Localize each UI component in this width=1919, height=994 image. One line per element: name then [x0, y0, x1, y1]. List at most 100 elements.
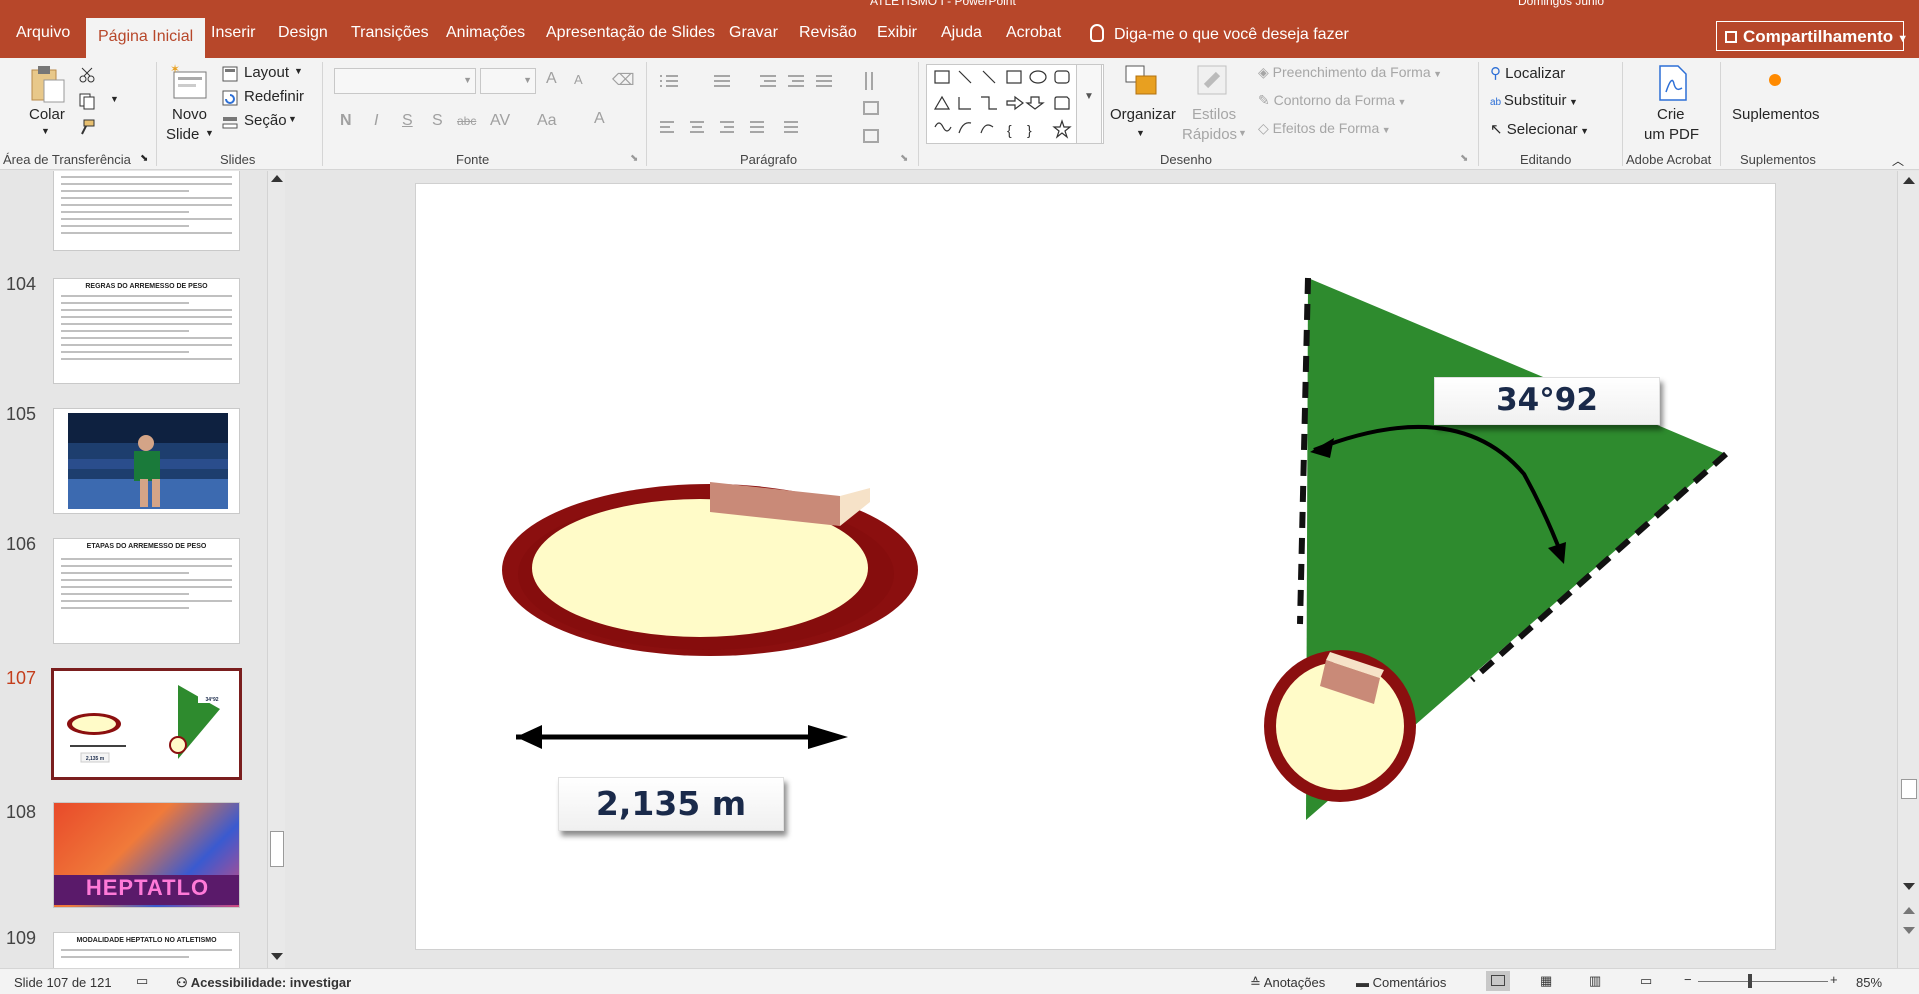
thumbnail-scrollbar[interactable]: [267, 171, 285, 968]
slide-canvas[interactable]: 2,135 m 34°92: [415, 183, 1776, 950]
tab-design[interactable]: Design: [278, 24, 328, 48]
notes-button[interactable]: ≙ Anotações: [1250, 975, 1325, 991]
tell-me-search[interactable]: Diga-me o que você deseja fazer: [1090, 24, 1349, 44]
reset-icon[interactable]: [222, 90, 238, 106]
new-slide-label-1[interactable]: Novo: [172, 106, 207, 123]
clear-format-icon[interactable]: ⌫: [612, 70, 635, 90]
thumbnail-slide-104[interactable]: REGRAS DO ARREMESSO DE PESO: [53, 278, 240, 384]
cut-icon[interactable]: [78, 66, 96, 84]
create-pdf-label-1[interactable]: Crie: [1657, 106, 1685, 123]
slide-sorter-view-icon[interactable]: ▦: [1540, 973, 1552, 989]
char-spacing-button[interactable]: AV: [490, 112, 510, 130]
thumbnail-slide-107[interactable]: 2,135 m 34°92: [51, 668, 242, 780]
addins-label[interactable]: Suplementos: [1732, 106, 1820, 123]
chevron-down-icon[interactable]: ▼: [1238, 128, 1247, 138]
tab-pagina-inicial[interactable]: Página Inicial: [86, 18, 206, 58]
zoom-out-button[interactable]: −: [1684, 972, 1692, 987]
next-slide-icon[interactable]: [1903, 927, 1915, 934]
grow-font-icon[interactable]: A: [546, 70, 557, 88]
bold-button[interactable]: N: [340, 112, 352, 130]
share-button[interactable]: Compartilhamento ▼: [1716, 21, 1908, 51]
shape-effects-button[interactable]: ◇ Efeitos de Forma ▼: [1258, 120, 1391, 137]
previous-slide-icon[interactable]: [1903, 907, 1915, 914]
font-color-button[interactable]: A: [594, 110, 605, 128]
shrink-font-icon[interactable]: A: [574, 72, 583, 87]
addins-icon[interactable]: [1767, 72, 1783, 88]
thumbnail-slide-109[interactable]: MODALIDADE HEPTATLO NO ATLETISMO: [53, 932, 240, 972]
new-slide-icon[interactable]: ✶: [170, 64, 210, 104]
zoom-level[interactable]: 85%: [1856, 975, 1882, 990]
paste-icon[interactable]: [30, 64, 66, 104]
scroll-up-icon[interactable]: [271, 175, 283, 182]
scroll-up-icon[interactable]: [1903, 177, 1915, 184]
accessibility-status[interactable]: ⚇ Acessibilidade: investigar: [176, 975, 351, 991]
find-button[interactable]: ⚲ Localizar: [1490, 64, 1565, 82]
tab-revisao[interactable]: Revisão: [799, 24, 857, 48]
thumbnail-slide-105[interactable]: [53, 408, 240, 514]
tab-gravar[interactable]: Gravar: [729, 24, 778, 48]
collapse-ribbon-icon[interactable]: ︿: [1892, 152, 1904, 169]
quick-styles-label-1[interactable]: Estilos: [1192, 106, 1236, 123]
reading-view-icon[interactable]: ▥: [1589, 973, 1601, 989]
font-size-combo[interactable]: ▼: [480, 68, 536, 94]
thumbnail-slide-103[interactable]: [53, 171, 240, 251]
comments-button[interactable]: ▬ Comentários: [1356, 975, 1446, 990]
shapes-more-button[interactable]: ▼: [1076, 64, 1102, 144]
arrange-icon[interactable]: [1124, 64, 1162, 100]
dialog-launcher-icon[interactable]: ⬊: [140, 153, 148, 164]
zoom-slider-thumb[interactable]: [1748, 974, 1752, 988]
chevron-down-icon[interactable]: ▼: [41, 126, 50, 136]
quick-styles-icon[interactable]: [1196, 64, 1232, 100]
section-button[interactable]: Seção: [244, 112, 287, 129]
tab-ajuda[interactable]: Ajuda: [941, 24, 982, 48]
chevron-down-icon[interactable]: ▼: [110, 94, 119, 104]
create-pdf-icon[interactable]: [1656, 64, 1692, 102]
layout-icon[interactable]: [222, 66, 238, 82]
dialog-launcher-icon[interactable]: ⬊: [630, 153, 638, 164]
create-pdf-label-2[interactable]: um PDF: [1644, 126, 1699, 143]
chevron-down-icon[interactable]: ▼: [1136, 128, 1145, 138]
tab-animacoes[interactable]: Animações: [446, 24, 525, 48]
shape-fill-button[interactable]: ◈ Preenchimento da Forma ▼: [1258, 64, 1442, 81]
format-painter-icon[interactable]: [78, 118, 96, 136]
change-case-button[interactable]: Aa: [537, 112, 557, 130]
thumbnail-slide-106[interactable]: ETAPAS DO ARREMESSO DE PESO: [53, 538, 240, 644]
user-name[interactable]: Domingos Junio: [1518, 0, 1604, 8]
shadow-button[interactable]: S: [432, 112, 443, 130]
tab-inserir[interactable]: Inserir: [211, 24, 255, 48]
italic-button[interactable]: I: [374, 112, 378, 130]
scroll-down-icon[interactable]: [271, 953, 283, 960]
arrange-label[interactable]: Organizar: [1110, 106, 1176, 123]
font-name-combo[interactable]: ▼: [334, 68, 476, 94]
replace-button[interactable]: ab Substituir ▼: [1490, 92, 1578, 109]
tab-acrobat[interactable]: Acrobat: [1006, 24, 1061, 48]
zoom-in-button[interactable]: +: [1830, 972, 1838, 987]
paragraph-tools[interactable]: [660, 72, 910, 152]
spellcheck-icon[interactable]: ▭: [136, 973, 148, 989]
dialog-launcher-icon[interactable]: ⬊: [900, 153, 908, 164]
thumbnail-slide-108[interactable]: HEPTATLO: [53, 802, 240, 908]
underline-button[interactable]: S: [402, 112, 413, 130]
select-button[interactable]: ↖ Selecionar ▼: [1490, 120, 1589, 138]
normal-view-button[interactable]: [1486, 971, 1510, 991]
layout-button[interactable]: Layout: [244, 64, 289, 81]
strikethrough-button[interactable]: abc: [457, 114, 476, 128]
slideshow-view-icon[interactable]: ▭: [1640, 973, 1652, 989]
quick-styles-label-2[interactable]: Rápidos: [1182, 126, 1237, 143]
paste-label[interactable]: Colar: [29, 106, 65, 123]
chevron-down-icon[interactable]: ▼: [294, 66, 303, 76]
dialog-launcher-icon[interactable]: ⬊: [1460, 153, 1468, 164]
shape-outline-button[interactable]: ✎ Contorno da Forma ▼: [1258, 92, 1406, 109]
slide-scrollbar[interactable]: [1897, 171, 1919, 968]
zoom-slider[interactable]: [1698, 981, 1828, 982]
scroll-thumb[interactable]: [1901, 779, 1917, 799]
tab-arquivo[interactable]: Arquivo: [16, 24, 70, 48]
chevron-down-icon[interactable]: ▼: [288, 114, 297, 124]
reset-button[interactable]: Redefinir: [244, 88, 304, 105]
scroll-down-icon[interactable]: [1903, 883, 1915, 890]
new-slide-label-2[interactable]: Slide: [166, 126, 199, 143]
copy-icon[interactable]: [78, 92, 96, 110]
tab-transicoes[interactable]: Transições: [351, 24, 429, 48]
chevron-down-icon[interactable]: ▼: [205, 128, 214, 138]
scroll-thumb[interactable]: [270, 831, 284, 867]
